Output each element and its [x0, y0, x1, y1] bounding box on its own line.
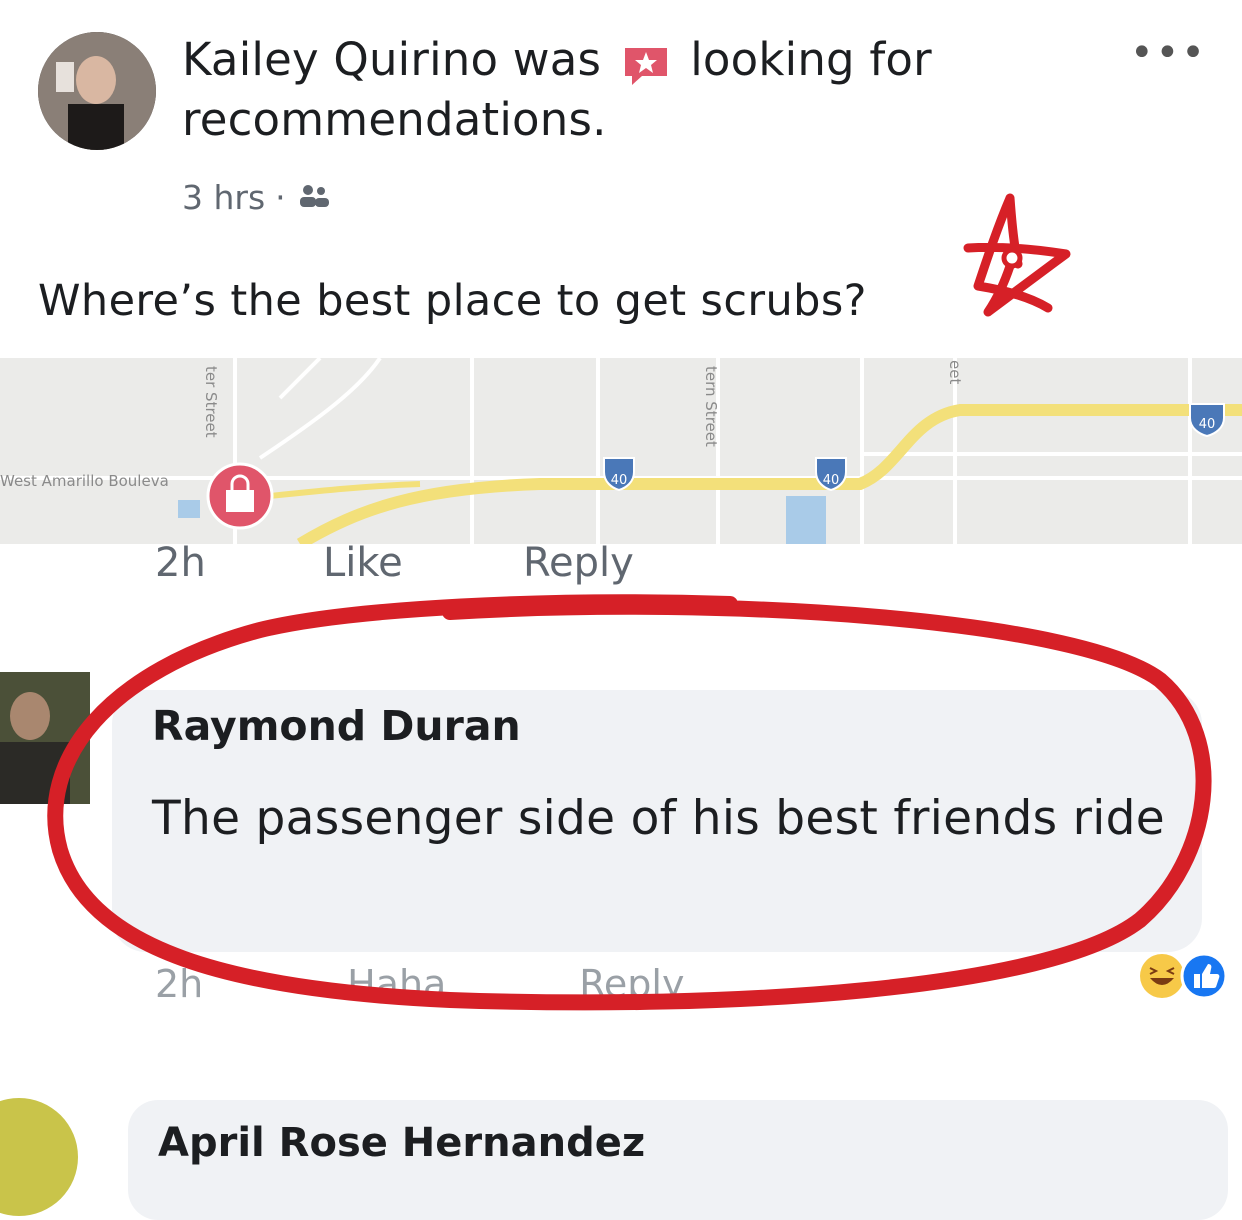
shopping-bag-pin-icon [206, 462, 274, 530]
action-time: 2h [155, 540, 206, 586]
reply-button[interactable]: Reply [523, 540, 634, 586]
post-meta: 3 hrs · [182, 178, 332, 217]
red-circle-annotation [47, 594, 1212, 1011]
next-comment-author-name[interactable]: April Rose Hernandez [158, 1120, 645, 1166]
post-text: Where’s the best place to get scrubs? [38, 276, 867, 326]
friends-icon[interactable] [296, 178, 332, 217]
post-time[interactable]: 3 hrs [182, 178, 265, 217]
map-label-street-1: ter Street [202, 366, 220, 438]
svg-text:40: 40 [823, 473, 840, 488]
map-preview[interactable]: 40 40 40 West Amarillo Bouleva ter Stree… [0, 358, 1242, 544]
post-actions: 2h Like Reply [155, 540, 634, 586]
red-star-annotation [963, 193, 1071, 317]
recommendation-icon [622, 42, 670, 85]
svg-text:40: 40 [611, 473, 628, 488]
post-author-name[interactable]: Kailey Quirino [182, 33, 498, 86]
post-activity-pre: was [512, 33, 602, 86]
like-button[interactable]: Like [323, 540, 523, 586]
post-author-avatar[interactable] [38, 32, 156, 150]
meta-separator: · [275, 178, 286, 217]
map-label-street-3: eet [946, 360, 964, 384]
map-label-street-2: tern Street [702, 366, 720, 447]
svg-text:40: 40 [1199, 417, 1216, 432]
more-options-icon[interactable]: ••• [1130, 30, 1207, 76]
next-commenter-avatar[interactable] [0, 1098, 78, 1216]
map-label-boulevard: West Amarillo Bouleva [0, 472, 169, 490]
post-header: Kailey Quirino was looking for recommend… [182, 30, 1062, 150]
